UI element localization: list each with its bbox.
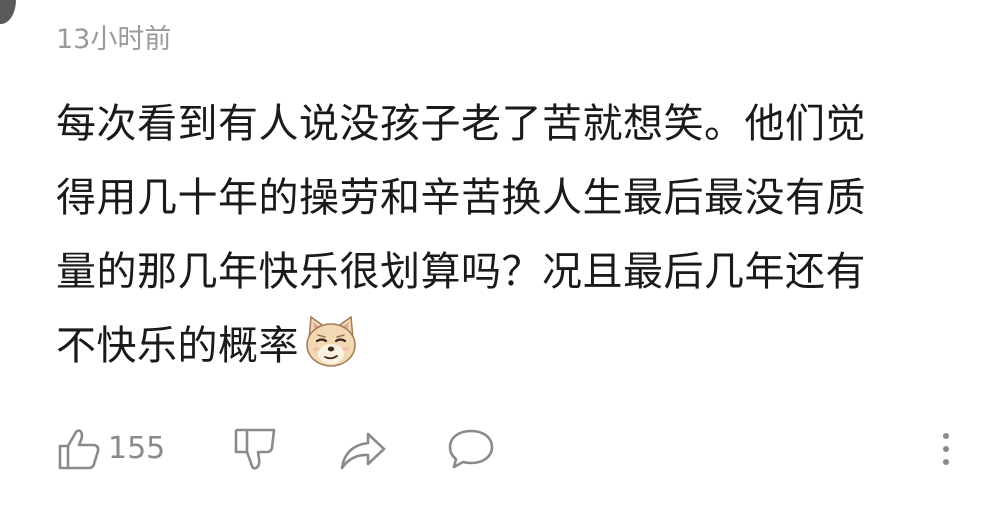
share-button[interactable] — [338, 424, 388, 474]
comment-timestamp: 13小时前 — [56, 24, 172, 55]
comment-line-text: 不快乐的概率 — [56, 323, 299, 369]
more-options-button[interactable] — [936, 424, 956, 474]
avatar[interactable] — [0, 0, 16, 24]
smirking-dog-emoji — [306, 315, 356, 367]
thumbs-up-icon — [58, 429, 100, 470]
reply-button[interactable] — [446, 424, 496, 474]
thumbs-down-icon — [234, 428, 276, 470]
comment-line-last: 不快乐的概率 — [56, 309, 964, 383]
comment-line: 每次看到有人说没孩子老了苦就想笑。他们觉 — [56, 101, 866, 147]
comment-card: 13小时前 每次看到有人说没孩子老了苦就想笑。他们觉 得用几十年的操劳和辛苦换人… — [0, 0, 999, 506]
share-arrow-icon — [340, 432, 386, 470]
like-button[interactable]: 155 — [56, 424, 165, 474]
comment-line: 量的那几年快乐很划算吗？况且最后几年还有 — [56, 249, 866, 295]
comment-text: 每次看到有人说没孩子老了苦就想笑。他们觉 得用几十年的操劳和辛苦换人生最后最没有… — [56, 87, 964, 383]
like-count: 155 — [108, 431, 166, 466]
comment-action-bar: 155 — [56, 424, 964, 474]
chat-bubble-icon — [448, 429, 494, 469]
dislike-button[interactable] — [232, 424, 278, 474]
comment-line: 得用几十年的操劳和辛苦换人生最后最没有质 — [56, 175, 866, 221]
more-vertical-icon — [943, 433, 949, 465]
